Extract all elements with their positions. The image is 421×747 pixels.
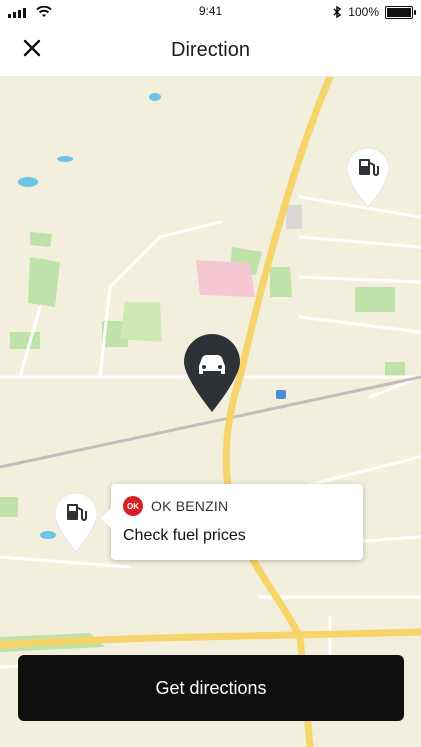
header: Direction — [0, 24, 421, 77]
check-fuel-prices-link[interactable]: Check fuel prices — [123, 527, 246, 545]
close-icon — [23, 39, 41, 57]
signal-icon — [8, 8, 26, 18]
status-right: 100% — [332, 5, 421, 19]
fuel-station-pin[interactable] — [53, 492, 99, 559]
status-bar: 9:41 100% — [0, 0, 421, 24]
car-location-pin[interactable] — [181, 332, 243, 419]
fuel-pin-icon — [54, 492, 98, 553]
status-left — [0, 6, 52, 18]
battery-fill — [387, 7, 411, 17]
car-pin-icon — [184, 334, 240, 412]
battery-percentage: 100% — [348, 5, 379, 19]
fuel-station-pin[interactable] — [345, 147, 391, 214]
page-title: Direction — [171, 38, 250, 61]
battery-icon — [385, 5, 416, 19]
wifi-icon — [36, 6, 52, 17]
fuel-station-callout[interactable]: OK OK BENZIN Check fuel prices — [101, 484, 363, 560]
fuel-pin-icon — [346, 147, 390, 208]
bluetooth-icon — [333, 6, 342, 18]
ok-brand-logo-icon: OK — [123, 496, 143, 516]
brand-row: OK OK BENZIN — [123, 496, 228, 516]
close-button[interactable] — [18, 34, 46, 62]
status-time: 9:41 — [198, 4, 223, 18]
get-directions-button[interactable]: Get directions — [18, 655, 404, 721]
brand-name: OK BENZIN — [151, 498, 229, 514]
map-view[interactable] — [0, 77, 421, 747]
